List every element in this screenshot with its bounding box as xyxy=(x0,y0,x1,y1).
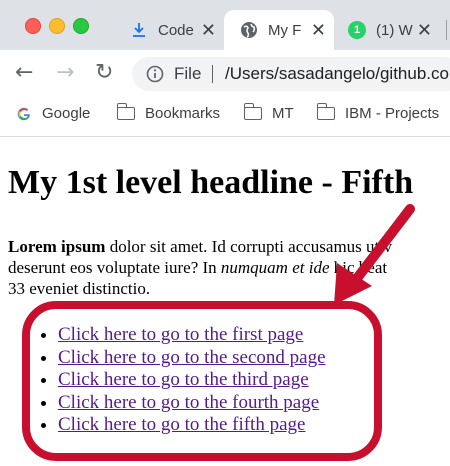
close-tab-icon[interactable]: ✕ xyxy=(201,20,216,40)
maximize-window-button[interactable] xyxy=(73,18,89,34)
bookmark-label: MT xyxy=(272,105,294,122)
omnibox-divider xyxy=(212,65,213,83)
page-content: My 1st level headline - Fifth Lorem ipsu… xyxy=(0,137,450,466)
bookmark-google[interactable]: Google xyxy=(16,105,90,122)
close-window-button[interactable] xyxy=(25,18,41,34)
bookmark-label: Bookmarks xyxy=(145,105,221,122)
bookmark-label: IBM - Projects xyxy=(345,105,440,122)
tab-code[interactable]: Code ✕ xyxy=(120,10,224,50)
bookmark-label: Google xyxy=(42,105,91,122)
download-icon xyxy=(133,23,145,37)
annotation-arrow xyxy=(334,204,415,305)
google-icon xyxy=(17,107,30,120)
folder-icon xyxy=(243,103,262,120)
bookmark-bookmarks[interactable]: Bookmarks xyxy=(116,103,221,122)
bookmark-ibm-projects[interactable]: IBM - Projects xyxy=(316,103,440,122)
tab-label: Code xyxy=(158,21,194,39)
browser-chrome: Code ✕ My F ✕ 1 (1) W ✕ ← → ↻ File /User… xyxy=(0,0,450,137)
tab-my-page[interactable]: My F ✕ xyxy=(224,10,334,50)
forward-button[interactable]: → xyxy=(56,60,74,86)
whatsapp-icon: 1 xyxy=(348,21,366,39)
notification-badge: 1 xyxy=(353,24,361,36)
folder-icon xyxy=(116,103,135,120)
tab-label: My F xyxy=(268,21,302,39)
close-tab-icon[interactable]: ✕ xyxy=(417,20,432,40)
tab-whatsapp[interactable]: 1 (1) W ✕ xyxy=(334,10,444,50)
tab-label: (1) W xyxy=(376,21,413,39)
folder-icon xyxy=(316,103,335,120)
address-bar[interactable]: File /Users/sasadangelo/github.com/ xyxy=(132,57,450,91)
url-text: /Users/sasadangelo/github.com/ xyxy=(225,64,450,83)
tab-separator xyxy=(446,20,447,40)
tab-bar: Code ✕ My F ✕ 1 (1) W ✕ xyxy=(0,0,450,50)
bookmarks-bar: Google Bookmarks MT IBM - Projects xyxy=(0,96,450,137)
reload-button[interactable]: ↻ xyxy=(95,60,113,86)
back-button[interactable]: ← xyxy=(15,60,33,86)
toolbar: ← → ↻ File /Users/sasadangelo/github.com… xyxy=(0,50,450,96)
globe-icon xyxy=(241,22,257,38)
minimize-window-button[interactable] xyxy=(49,18,65,34)
close-tab-icon[interactable]: ✕ xyxy=(311,20,326,40)
bookmark-mt[interactable]: MT xyxy=(243,103,294,122)
file-label: File xyxy=(174,64,202,83)
info-icon xyxy=(146,65,164,83)
